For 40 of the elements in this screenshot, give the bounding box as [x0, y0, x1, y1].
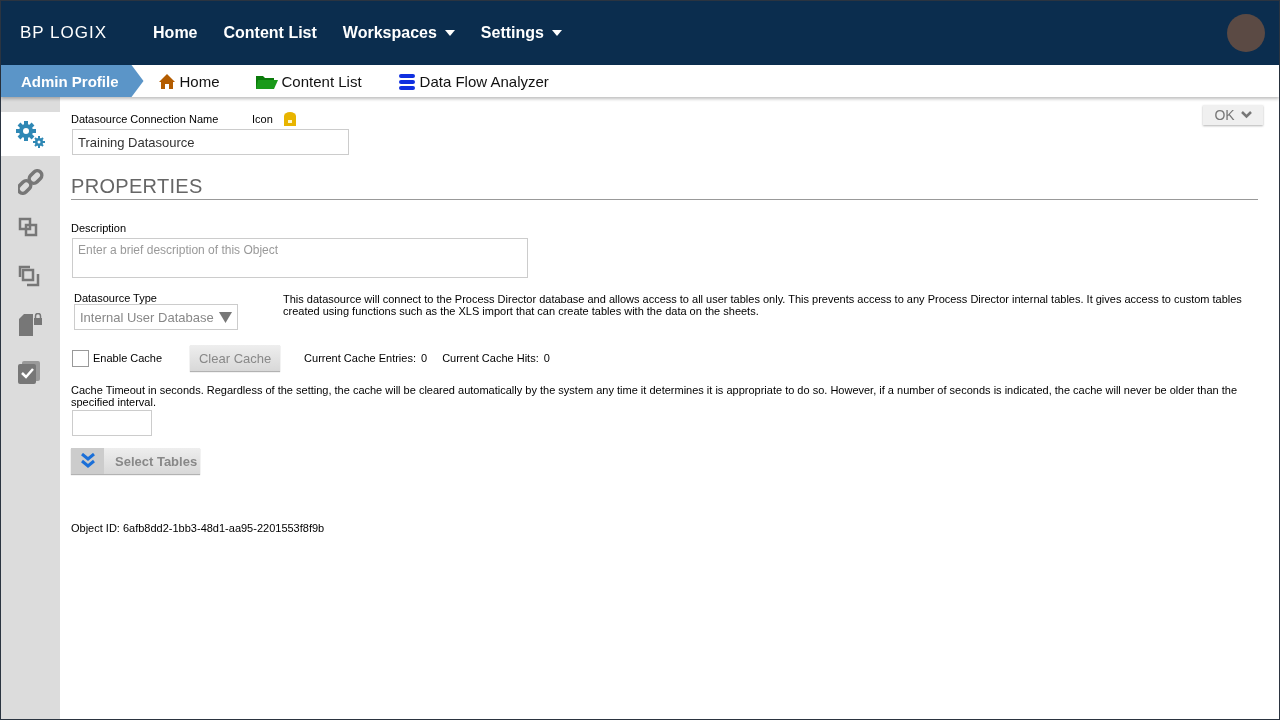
stat-value: 0: [543, 352, 550, 364]
field-label: Icon: [252, 113, 273, 125]
nav-link[interactable]: Home: [153, 24, 198, 42]
checkbox[interactable]: [72, 349, 89, 367]
type-dropdown[interactable]: Internal User Database: [74, 304, 238, 330]
chevron-down-icon: [1240, 111, 1252, 119]
object-icon: [282, 112, 297, 126]
house-icon: [157, 72, 176, 90]
stat-label: Current Cache Hits:: [442, 352, 539, 364]
nav-link[interactable]: Content List: [223, 24, 317, 42]
nav-link[interactable]: Workspaces: [342, 24, 455, 42]
breadcrumb-link[interactable]: Content List: [255, 72, 362, 90]
timeout-field[interactable]: [72, 410, 152, 436]
name-field[interactable]: Training Datasource: [72, 129, 349, 155]
stat-value: 0: [421, 352, 428, 364]
double-chevron-icon: [80, 453, 95, 469]
object-id: Object ID: 6afb8dd2-1bb3-48d1-aa95-2201553f8f9b: [71, 522, 326, 534]
logo: BP LOGIX: [20, 23, 108, 43]
breadcrumb-link[interactable]: Home: [157, 72, 220, 90]
checkbox-label: Enable Cache: [93, 352, 163, 364]
gears-icon: [14, 120, 47, 148]
nav-link[interactable]: Settings: [480, 24, 562, 42]
breadcrumb-link[interactable]: Data Flow Analyzer: [397, 72, 549, 90]
selected-sidebar-tab[interactable]: [1, 112, 60, 156]
locked-document-icon: [17, 313, 44, 339]
type-description: This datasource will connect to the Process Director database and allows access to all user tables only. This prevents access to any Process Director internal tables. It gives access to custom tables created using functions such as the XLS import that can create tables with the data on the sheets.: [283, 293, 1243, 317]
field-label: Description: [71, 222, 128, 234]
ok-button[interactable]: OK: [1203, 105, 1263, 125]
description-field[interactable]: Enter a brief description of this Object: [72, 238, 528, 278]
field-label: Datasource Type: [74, 292, 158, 304]
stat-label: Current Cache Entries:: [304, 352, 416, 364]
caret-icon: [551, 30, 562, 36]
avatar[interactable]: [1227, 14, 1265, 52]
field-label: Datasource Connection Name: [71, 113, 220, 125]
caret-icon: [444, 30, 455, 36]
chain-link-icon: [17, 169, 44, 195]
database-icon: [397, 72, 416, 90]
timeout-description: Cache Timeout in seconds. Regardless of the setting, the cache will be cleared automatically by the system any time it determines it is appropriate to do so. However, if a number of seconds is indicated, the cache will never be older than the specified interval.: [71, 384, 1238, 408]
section-heading: PROPERTIES: [71, 175, 1258, 200]
dropdown-arrow-icon: [219, 311, 232, 323]
